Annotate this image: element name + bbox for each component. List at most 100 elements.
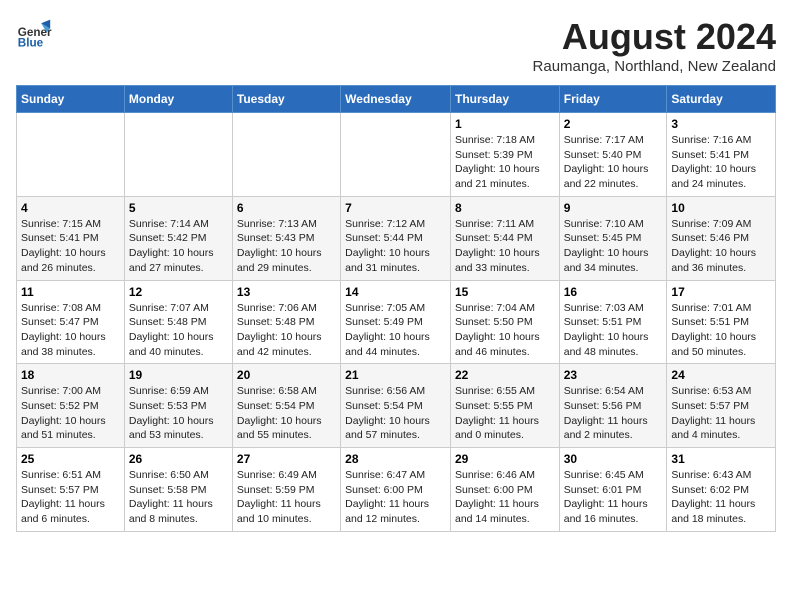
day-number: 25 [21,452,120,466]
day-number: 26 [129,452,228,466]
calendar-body: 1 Sunrise: 7:18 AM Sunset: 5:39 PM Daylig… [17,113,776,532]
day-number: 13 [237,285,336,299]
day-header-thursday: Thursday [450,86,559,113]
day-number: 23 [564,368,663,382]
day-info: Sunrise: 7:14 AM Sunset: 5:42 PM Dayligh… [129,217,228,276]
calendar-cell [124,113,232,197]
calendar-cell [232,113,340,197]
day-info: Sunrise: 6:56 AM Sunset: 5:54 PM Dayligh… [345,384,446,443]
day-info: Sunrise: 6:54 AM Sunset: 5:56 PM Dayligh… [564,384,663,443]
calendar-cell: 27Sunrise: 6:49 AM Sunset: 5:59 PM Dayli… [232,448,340,532]
day-info: Sunrise: 6:55 AM Sunset: 5:55 PM Dayligh… [455,384,555,443]
day-number: 16 [564,285,663,299]
day-header-friday: Friday [559,86,667,113]
calendar-header: SundayMondayTuesdayWednesdayThursdayFrid… [17,86,776,113]
day-number: 12 [129,285,228,299]
day-number: 10 [671,201,771,215]
day-info: Sunrise: 7:04 AM Sunset: 5:50 PM Dayligh… [455,301,555,360]
day-info: Sunrise: 7:17 AM Sunset: 5:40 PM Dayligh… [564,133,663,192]
day-info: Sunrise: 7:07 AM Sunset: 5:48 PM Dayligh… [129,301,228,360]
day-number: 4 [21,201,120,215]
calendar-cell: 6 Sunrise: 7:13 AM Sunset: 5:43 PM Daylig… [232,196,340,280]
calendar-cell: 4 Sunrise: 7:15 AM Sunset: 5:41 PM Daylig… [17,196,125,280]
day-info: Sunrise: 6:53 AM Sunset: 5:57 PM Dayligh… [671,384,771,443]
day-number: 21 [345,368,446,382]
day-number: 29 [455,452,555,466]
calendar-cell: 8 Sunrise: 7:11 AM Sunset: 5:44 PM Daylig… [450,196,559,280]
calendar-cell: 18 Sunrise: 7:00 AM Sunset: 5:52 PM Dayli… [17,364,125,448]
calendar-cell: 20Sunrise: 6:58 AM Sunset: 5:54 PM Dayli… [232,364,340,448]
day-number: 28 [345,452,446,466]
day-number: 30 [564,452,663,466]
day-number: 5 [129,201,228,215]
calendar-cell: 7Sunrise: 7:12 AM Sunset: 5:44 PM Daylig… [341,196,451,280]
day-info: Sunrise: 7:13 AM Sunset: 5:43 PM Dayligh… [237,217,336,276]
day-info: Sunrise: 7:15 AM Sunset: 5:41 PM Dayligh… [21,217,120,276]
day-number: 6 [237,201,336,215]
month-year-title: August 2024 [533,16,776,58]
calendar-cell: 13Sunrise: 7:06 AM Sunset: 5:48 PM Dayli… [232,280,340,364]
day-info: Sunrise: 7:11 AM Sunset: 5:44 PM Dayligh… [455,217,555,276]
day-number: 18 [21,368,120,382]
day-number: 31 [671,452,771,466]
page-header: General Blue August 2024 Raumanga, North… [16,16,776,75]
day-number: 19 [129,368,228,382]
day-info: Sunrise: 6:59 AM Sunset: 5:53 PM Dayligh… [129,384,228,443]
day-header-sunday: Sunday [17,86,125,113]
calendar-week-2: 11 Sunrise: 7:08 AM Sunset: 5:47 PM Dayli… [17,280,776,364]
day-info: Sunrise: 7:01 AM Sunset: 5:51 PM Dayligh… [671,301,771,360]
calendar-cell: 31 Sunrise: 6:43 AM Sunset: 6:02 PM Dayli… [667,448,776,532]
day-number: 22 [455,368,555,382]
calendar-cell: 2 Sunrise: 7:17 AM Sunset: 5:40 PM Daylig… [559,113,667,197]
day-info: Sunrise: 7:00 AM Sunset: 5:52 PM Dayligh… [21,384,120,443]
day-info: Sunrise: 6:51 AM Sunset: 5:57 PM Dayligh… [21,468,120,527]
calendar-cell: 16 Sunrise: 7:03 AM Sunset: 5:51 PM Dayli… [559,280,667,364]
day-info: Sunrise: 6:43 AM Sunset: 6:02 PM Dayligh… [671,468,771,527]
day-header-saturday: Saturday [667,86,776,113]
day-info: Sunrise: 7:18 AM Sunset: 5:39 PM Dayligh… [455,133,555,192]
calendar-cell: 17Sunrise: 7:01 AM Sunset: 5:51 PM Dayli… [667,280,776,364]
day-info: Sunrise: 6:46 AM Sunset: 6:00 PM Dayligh… [455,468,555,527]
calendar-cell: 14 Sunrise: 7:05 AM Sunset: 5:49 PM Dayli… [341,280,451,364]
logo-icon: General Blue [16,16,52,52]
day-number: 2 [564,117,663,131]
day-info: Sunrise: 6:49 AM Sunset: 5:59 PM Dayligh… [237,468,336,527]
day-info: Sunrise: 7:09 AM Sunset: 5:46 PM Dayligh… [671,217,771,276]
calendar-cell [17,113,125,197]
calendar-week-4: 25 Sunrise: 6:51 AM Sunset: 5:57 PM Dayli… [17,448,776,532]
calendar-cell: 10 Sunrise: 7:09 AM Sunset: 5:46 PM Dayli… [667,196,776,280]
day-header-wednesday: Wednesday [341,86,451,113]
calendar-week-1: 4 Sunrise: 7:15 AM Sunset: 5:41 PM Daylig… [17,196,776,280]
day-number: 14 [345,285,446,299]
calendar-week-3: 18 Sunrise: 7:00 AM Sunset: 5:52 PM Dayli… [17,364,776,448]
title-block: August 2024 Raumanga, Northland, New Zea… [533,16,776,75]
location-subtitle: Raumanga, Northland, New Zealand [533,58,776,75]
calendar-cell: 26 Sunrise: 6:50 AM Sunset: 5:58 PM Dayli… [124,448,232,532]
day-number: 20 [237,368,336,382]
calendar-cell: 9Sunrise: 7:10 AM Sunset: 5:45 PM Daylig… [559,196,667,280]
day-header-tuesday: Tuesday [232,86,340,113]
day-number: 11 [21,285,120,299]
calendar-table: SundayMondayTuesdayWednesdayThursdayFrid… [16,85,776,532]
day-number: 8 [455,201,555,215]
calendar-cell: 3Sunrise: 7:16 AM Sunset: 5:41 PM Daylig… [667,113,776,197]
day-number: 7 [345,201,446,215]
day-info: Sunrise: 6:50 AM Sunset: 5:58 PM Dayligh… [129,468,228,527]
calendar-cell: 22 Sunrise: 6:55 AM Sunset: 5:55 PM Dayli… [450,364,559,448]
calendar-cell: 24 Sunrise: 6:53 AM Sunset: 5:57 PM Dayli… [667,364,776,448]
day-info: Sunrise: 6:45 AM Sunset: 6:01 PM Dayligh… [564,468,663,527]
calendar-cell: 1 Sunrise: 7:18 AM Sunset: 5:39 PM Daylig… [450,113,559,197]
calendar-cell: 29 Sunrise: 6:46 AM Sunset: 6:00 PM Dayli… [450,448,559,532]
day-info: Sunrise: 7:05 AM Sunset: 5:49 PM Dayligh… [345,301,446,360]
day-info: Sunrise: 7:10 AM Sunset: 5:45 PM Dayligh… [564,217,663,276]
calendar-cell: 21 Sunrise: 6:56 AM Sunset: 5:54 PM Dayli… [341,364,451,448]
day-info: Sunrise: 7:03 AM Sunset: 5:51 PM Dayligh… [564,301,663,360]
day-number: 24 [671,368,771,382]
calendar-cell [341,113,451,197]
logo: General Blue [16,16,52,52]
svg-text:Blue: Blue [18,37,44,50]
day-number: 1 [455,117,555,131]
day-info: Sunrise: 7:16 AM Sunset: 5:41 PM Dayligh… [671,133,771,192]
day-info: Sunrise: 7:08 AM Sunset: 5:47 PM Dayligh… [21,301,120,360]
calendar-cell: 23 Sunrise: 6:54 AM Sunset: 5:56 PM Dayli… [559,364,667,448]
